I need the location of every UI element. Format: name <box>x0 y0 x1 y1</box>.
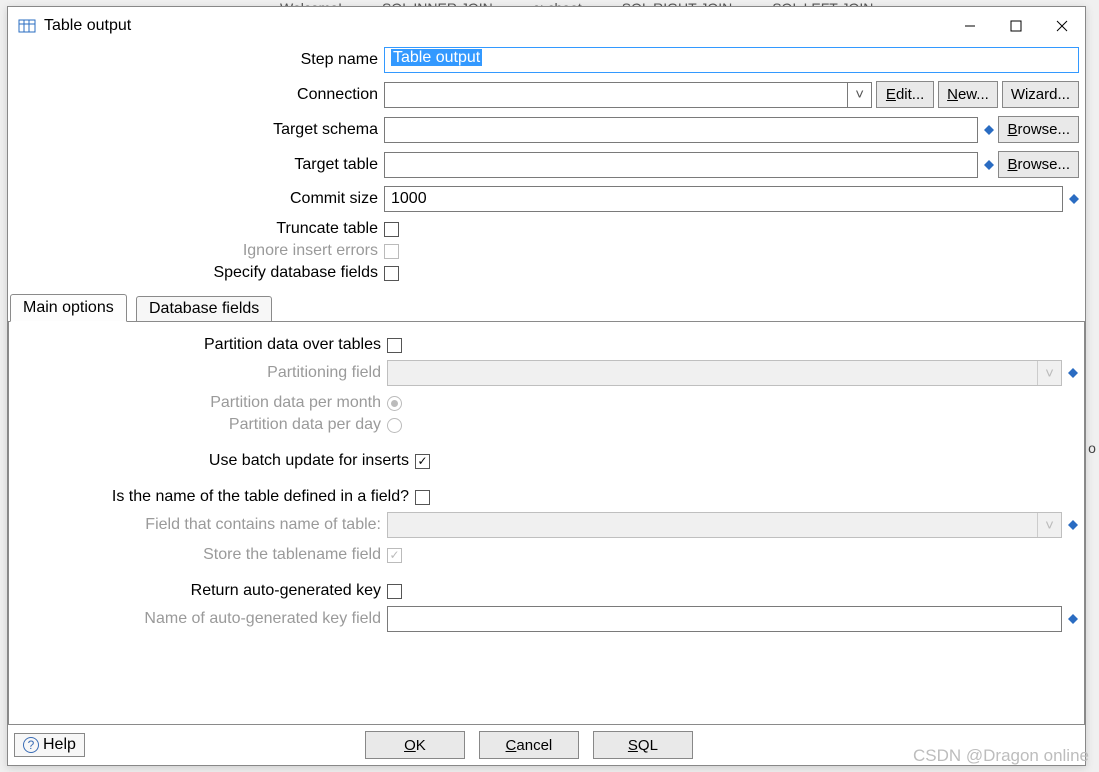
partitioning-field-label: Partitioning field <box>15 364 387 382</box>
partition-per-month-label: Partition data per month <box>15 394 387 412</box>
ignore-errors-label: Ignore insert errors <box>14 242 384 260</box>
return-key-label: Return auto-generated key <box>15 582 387 600</box>
table-output-icon <box>16 15 38 37</box>
field-tablename-label: Field that contains name of table: <box>15 516 387 534</box>
cancel-button[interactable]: Cancel <box>479 731 579 759</box>
specify-fields-label: Specify database fields <box>14 264 384 282</box>
tab-content-main: Partition data over tables Partitioning … <box>8 322 1085 725</box>
connection-combo[interactable]: ˅ <box>384 82 872 108</box>
browse-schema-button[interactable]: Browse... <box>998 116 1079 143</box>
maximize-button[interactable] <box>993 10 1039 42</box>
new-connection-button[interactable]: New... <box>938 81 998 108</box>
step-name-label: Step name <box>14 51 384 69</box>
partition-per-day-radio <box>387 418 402 433</box>
titlebar[interactable]: Table output <box>8 7 1085 45</box>
chevron-down-icon: ˅ <box>1037 513 1061 537</box>
window-title: Table output <box>44 17 131 35</box>
batch-update-checkbox[interactable] <box>415 454 430 469</box>
tab-strip: Main options Database fields <box>8 294 1085 322</box>
partitioning-field-combo: ˅ <box>387 360 1062 386</box>
close-button[interactable] <box>1039 10 1085 42</box>
store-tablename-label: Store the tablename field <box>15 546 387 564</box>
ok-button[interactable]: OK <box>365 731 465 759</box>
specify-fields-checkbox[interactable] <box>384 266 399 281</box>
variable-icon[interactable] <box>984 125 994 135</box>
truncate-checkbox[interactable] <box>384 222 399 237</box>
minimize-button[interactable] <box>947 10 993 42</box>
batch-update-label: Use batch update for inserts <box>15 452 415 470</box>
edit-connection-button[interactable]: Edit... <box>876 81 934 108</box>
target-schema-label: Target schema <box>14 121 384 139</box>
truncate-label: Truncate table <box>14 220 384 238</box>
variable-icon[interactable] <box>1069 194 1079 204</box>
return-key-checkbox[interactable] <box>387 584 402 599</box>
help-button[interactable]: ? Help <box>14 733 85 757</box>
sql-button[interactable]: SQL <box>593 731 693 759</box>
variable-icon <box>1068 368 1078 378</box>
tab-database-fields[interactable]: Database fields <box>136 296 272 322</box>
step-name-input[interactable]: Table output <box>384 47 1079 73</box>
connection-label: Connection <box>14 86 384 104</box>
variable-icon[interactable] <box>984 160 994 170</box>
field-tablename-combo: ˅ <box>387 512 1062 538</box>
target-table-label: Target table <box>14 156 384 174</box>
variable-icon <box>1068 520 1078 530</box>
name-key-field-label: Name of auto-generated key field <box>15 610 387 628</box>
target-schema-input[interactable] <box>384 117 978 143</box>
name-in-field-label: Is the name of the table defined in a fi… <box>15 488 415 506</box>
partition-per-month-radio <box>387 396 402 411</box>
wizard-button[interactable]: Wizard... <box>1002 81 1079 108</box>
store-tablename-checkbox <box>387 548 402 563</box>
name-key-field-input[interactable] <box>387 606 1062 632</box>
partition-over-tables-checkbox[interactable] <box>387 338 402 353</box>
tab-main-options[interactable]: Main options <box>10 294 127 322</box>
chevron-down-icon: ˅ <box>847 83 871 107</box>
partition-over-tables-label: Partition data over tables <box>15 336 387 354</box>
name-in-field-checkbox[interactable] <box>415 490 430 505</box>
right-edge-hint: o <box>1085 440 1099 456</box>
commit-size-label: Commit size <box>14 190 384 208</box>
partition-per-day-label: Partition data per day <box>15 416 387 434</box>
help-icon: ? <box>23 737 39 753</box>
table-output-dialog: Table output Step name Table output Conn… <box>7 6 1086 766</box>
chevron-down-icon: ˅ <box>1037 361 1061 385</box>
variable-icon[interactable] <box>1068 614 1078 624</box>
commit-size-input[interactable] <box>384 186 1063 212</box>
browse-table-button[interactable]: Browse... <box>998 151 1079 178</box>
ignore-errors-checkbox <box>384 244 399 259</box>
target-table-input[interactable] <box>384 152 978 178</box>
